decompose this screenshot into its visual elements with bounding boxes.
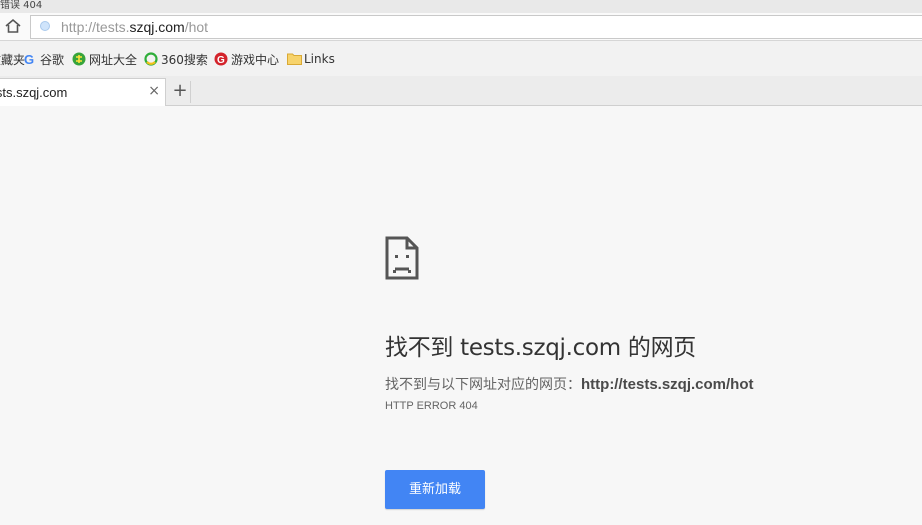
bookmark-label: 360搜索 bbox=[161, 52, 208, 67]
sad-page-icon bbox=[385, 236, 419, 280]
tab-active[interactable]: tests.szqj.com × bbox=[0, 78, 166, 106]
error-url: http://tests.szqj.com/hot bbox=[581, 376, 754, 393]
tab-title: tests.szqj.com bbox=[0, 85, 68, 100]
bookmark-label: 游戏中心 bbox=[231, 52, 280, 67]
error-page: 找不到 tests.szqj.com 的网页 找不到与以下网址对应的网页：htt… bbox=[0, 106, 922, 525]
bookmark-label: Links bbox=[304, 52, 335, 66]
folder-icon bbox=[287, 52, 302, 66]
360-search-icon bbox=[144, 52, 158, 66]
home-icon bbox=[5, 18, 21, 33]
error-title: 找不到 tests.szqj.com 的网页 bbox=[385, 335, 696, 361]
bookmark-360-search[interactable]: 360搜索 bbox=[144, 50, 208, 68]
bookmark-label: 网址大全 bbox=[89, 52, 138, 67]
url-prefix: http://tests. bbox=[61, 19, 130, 35]
bookmark-web-directory[interactable]: 网址大全 bbox=[72, 50, 137, 68]
bookmark-favorites[interactable]: 收藏夹 bbox=[0, 50, 25, 68]
url-domain: szqj.com bbox=[129, 19, 185, 35]
error-code: HTTP ERROR 404 bbox=[385, 400, 478, 412]
url-text[interactable]: http://tests.szqj.com/hot bbox=[61, 18, 208, 36]
window-title: 错误 404 bbox=[0, 0, 43, 11]
game-center-icon: G bbox=[214, 52, 228, 66]
page-info-icon[interactable] bbox=[40, 21, 50, 31]
home-button[interactable] bbox=[4, 18, 22, 34]
title-bar: 错误 404 bbox=[0, 0, 922, 13]
bookmark-google[interactable]: G 谷歌 bbox=[23, 50, 64, 68]
url-path: /hot bbox=[184, 19, 209, 35]
svg-text:G: G bbox=[217, 55, 225, 66]
tab-strip: tests.szqj.com × + bbox=[0, 76, 922, 106]
address-bar: http://tests.szqj.com/hot bbox=[0, 13, 922, 41]
bookmark-links[interactable]: Links bbox=[287, 50, 335, 68]
close-tab-icon[interactable]: × bbox=[148, 84, 160, 98]
svg-text:G: G bbox=[24, 52, 34, 66]
bookmark-label: 谷歌 bbox=[40, 52, 65, 67]
bookmark-label: 收藏夹 bbox=[0, 52, 26, 67]
error-description: 找不到与以下网址对应的网页：http://tests.szqj.com/hot bbox=[385, 374, 754, 394]
web-directory-icon bbox=[72, 52, 86, 66]
google-icon: G bbox=[23, 52, 37, 67]
reload-button[interactable]: 重新加载 bbox=[385, 470, 485, 509]
bookmarks-bar: 收藏夹 G 谷歌 网址大全 360搜索 G 游戏中心 Links bbox=[0, 41, 922, 76]
bookmark-game-center[interactable]: G 游戏中心 bbox=[214, 50, 279, 68]
url-input[interactable]: http://tests.szqj.com/hot bbox=[30, 15, 922, 39]
new-tab-button[interactable]: + bbox=[170, 81, 191, 103]
error-description-text: 找不到与以下网址对应的网页： bbox=[385, 377, 581, 393]
